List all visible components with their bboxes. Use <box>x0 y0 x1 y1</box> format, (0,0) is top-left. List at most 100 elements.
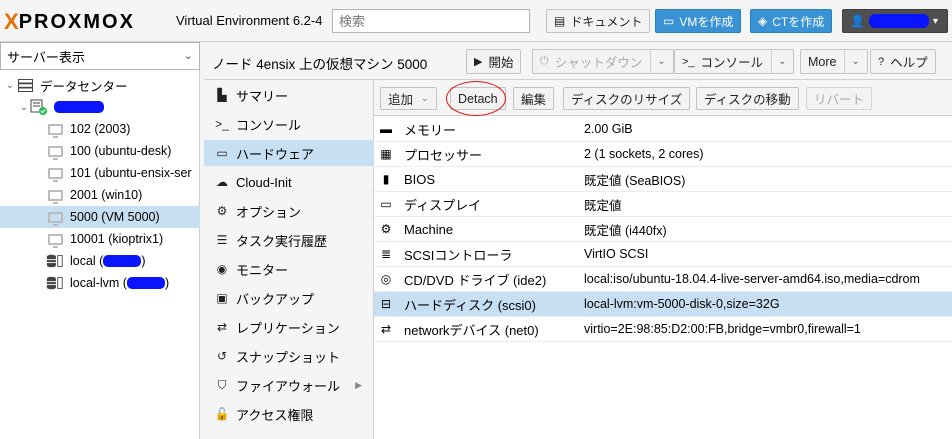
hardware-key: SCSIコントローラ <box>404 247 513 263</box>
redacted-storage-name <box>103 255 142 267</box>
vm-icon <box>46 144 64 160</box>
hardware-row-machine[interactable]: ⚙ Machine 既定値 (i440fx) <box>374 217 952 242</box>
create-vm-button[interactable]: ▭ VMを作成 <box>655 9 742 33</box>
cdrom-icon: ◎ <box>380 272 392 286</box>
subnav-item-label: Cloud-Init <box>236 174 292 190</box>
proxmox-logo[interactable]: X PROXMOX <box>4 9 135 34</box>
question-circle-icon: ? <box>878 55 885 68</box>
tree-item-vm-102[interactable]: 102 (2003) <box>0 118 200 140</box>
subnav-item-hardware[interactable]: ▭ ハードウェア <box>204 140 374 166</box>
chevron-down-icon[interactable]: ⌄ <box>844 50 860 73</box>
documentation-label: ドキュメント <box>570 14 643 29</box>
detach-button[interactable]: Detach <box>450 87 506 110</box>
hardware-key: Machine <box>404 221 454 237</box>
storage-icon <box>46 254 64 268</box>
subnav-item-label: オプション <box>236 204 302 220</box>
resize-disk-button[interactable]: ディスクのリサイズ <box>563 87 691 110</box>
resource-tree-panel: サーバー表示 ⌄ ⌄ データセンター ⌄ 102 (2003) 100 (ubu… <box>0 42 200 439</box>
tree-item-vm-5000[interactable]: 5000 (VM 5000) <box>0 206 200 228</box>
tree-item-label: local-lvm ( <box>70 276 127 290</box>
subnav-item-label: サマリー <box>236 88 289 104</box>
subnav-item-options[interactable]: ⚙ オプション <box>204 198 374 224</box>
chevron-right-icon: ▶ <box>355 379 362 390</box>
vm-icon <box>46 122 64 138</box>
subnav-item-summary[interactable]: ▙ サマリー <box>204 82 374 108</box>
move-disk-label: ディスクの移動 <box>704 93 791 107</box>
expand-toggle-icon[interactable]: ⌄ <box>18 102 30 113</box>
user-menu-button[interactable]: 👤 ▾ <box>842 9 948 33</box>
redacted-node-name <box>54 101 104 113</box>
tree-item-vm-10001[interactable]: 10001 (kioptrix1) <box>0 228 200 250</box>
subnav-item-monitor[interactable]: ◉ モニター <box>204 256 374 282</box>
tree-item-vm-2001[interactable]: 2001 (win10) <box>0 184 200 206</box>
tree-item-vm-101[interactable]: 101 (ubuntu-ensix-ser <box>0 162 200 184</box>
hardware-row-cdrom[interactable]: ◎ CD/DVD ドライブ (ide2) local:iso/ubuntu-18… <box>374 267 952 292</box>
tree-item-storage-local-lvm[interactable]: local-lvm ( ) <box>0 272 200 294</box>
subnav-item-console[interactable]: >_ コンソール <box>204 111 374 137</box>
subnav-item-backup[interactable]: ▣ バックアップ <box>204 285 374 311</box>
hardware-row-memory[interactable]: ▬ メモリー 2.00 GiB <box>374 117 952 142</box>
edit-button[interactable]: 編集 <box>513 87 555 110</box>
hardware-row-scsi-controller[interactable]: ≣ SCSIコントローラ VirtIO SCSI <box>374 242 952 267</box>
help-label: ヘルプ <box>890 56 928 70</box>
hardware-row-hard-disk[interactable]: ⊟ ハードディスク (scsi0) local-lvm:vm-5000-disk… <box>374 292 952 317</box>
hardware-row-bios[interactable]: ▮ BIOS 既定値 (SeaBIOS) <box>374 167 952 192</box>
database-icon: ≣ <box>380 247 392 261</box>
subnav-item-snapshot[interactable]: ↺ スナップショット <box>204 343 374 369</box>
subnav-item-replication[interactable]: ⇄ レプリケーション <box>204 314 374 340</box>
redacted-storage-name <box>126 277 165 289</box>
subnav-item-permissions[interactable]: 🔓 アクセス権限 <box>204 401 374 427</box>
tree-item-suffix: ) <box>164 276 170 290</box>
tree-item-label: 100 (ubuntu-desk) <box>70 144 172 158</box>
subnav-item-firewall[interactable]: ⛉ ファイアウォール ▶ <box>204 372 374 398</box>
top-bar: X PROXMOX Virtual Environment 6.2-4 ▤ ドキ… <box>0 0 952 42</box>
subnav-item-label: モニター <box>236 262 289 278</box>
create-ct-label: CTを作成 <box>772 14 825 29</box>
tree-item-vm-100[interactable]: 100 (ubuntu-desk) <box>0 140 200 162</box>
start-label: 開始 <box>488 56 514 70</box>
console-button[interactable]: >_ コンソール ⌄ <box>674 49 795 74</box>
hardware-value: 既定値 <box>584 198 622 213</box>
hardware-key: メモリー <box>404 122 457 138</box>
tree-item-storage-local[interactable]: local ( ) <box>0 250 200 272</box>
terminal-icon: >_ <box>682 55 695 68</box>
gear-icon: ⚙ <box>216 204 228 218</box>
page-title: ノード 4ensix 上の仮想マシン 5000 <box>212 57 428 72</box>
vm-icon <box>46 232 64 248</box>
tree-item-node[interactable]: ⌄ <box>0 96 200 118</box>
hardware-key: プロセッサー <box>404 147 483 163</box>
chevron-down-icon[interactable]: ⌄ <box>650 50 666 73</box>
subnav-item-task-history[interactable]: ☰ タスク実行履歴 <box>204 227 374 253</box>
move-disk-button[interactable]: ディスクの移動 <box>696 87 799 110</box>
subnav-item-label: アクセス権限 <box>236 407 314 423</box>
create-vm-label: VMを作成 <box>679 14 734 29</box>
hardware-row-display[interactable]: ▭ ディスプレイ 既定値 <box>374 192 952 217</box>
product-version: Virtual Environment 6.2-4 <box>176 13 323 28</box>
help-button[interactable]: ? ヘルプ <box>870 49 936 74</box>
search-input[interactable] <box>332 9 530 33</box>
memory-icon: ▬ <box>380 122 392 136</box>
cogs-icon: ⚙ <box>380 222 392 236</box>
hardware-value: local:iso/ubuntu-18.04.4-live-server-amd… <box>584 272 920 286</box>
tree-item-datacenter[interactable]: ⌄ データセンター <box>0 74 200 96</box>
create-ct-button[interactable]: ◈ CTを作成 <box>750 9 833 33</box>
revert-button[interactable]: リバート <box>806 87 873 110</box>
hardware-row-network[interactable]: ⇄ networkデバイス (net0) virtio=2E:98:85:D2:… <box>374 317 952 342</box>
expand-toggle-icon[interactable]: ⌄ <box>4 80 16 91</box>
history-icon: ↺ <box>216 349 228 363</box>
subnav-item-cloud-init[interactable]: ☁ Cloud-Init <box>204 169 374 195</box>
documentation-button[interactable]: ▤ ドキュメント <box>546 9 651 33</box>
chevron-down-icon[interactable]: ⌄ <box>771 50 786 73</box>
add-button[interactable]: 追加 ⌄ <box>380 87 437 110</box>
hardware-row-processor[interactable]: ▦ プロセッサー 2 (1 sockets, 2 cores) <box>374 142 952 167</box>
hardware-value: 2 (1 sockets, 2 cores) <box>584 147 704 161</box>
view-selector[interactable]: サーバー表示 ⌄ <box>0 42 200 70</box>
shutdown-button[interactable]: ⏻ シャットダウン ⌄ <box>532 49 674 74</box>
more-button[interactable]: More ⌄ <box>800 49 868 74</box>
start-button[interactable]: ▶ 開始 <box>466 49 522 74</box>
hardware-key: ハードディスク (scsi0) <box>404 297 536 313</box>
subnav-item-label: ファイアウォール <box>236 378 341 394</box>
desktop-icon: ▭ <box>380 197 392 211</box>
unlock-icon: 🔓 <box>214 407 230 421</box>
floppy-icon: ▣ <box>216 291 228 305</box>
